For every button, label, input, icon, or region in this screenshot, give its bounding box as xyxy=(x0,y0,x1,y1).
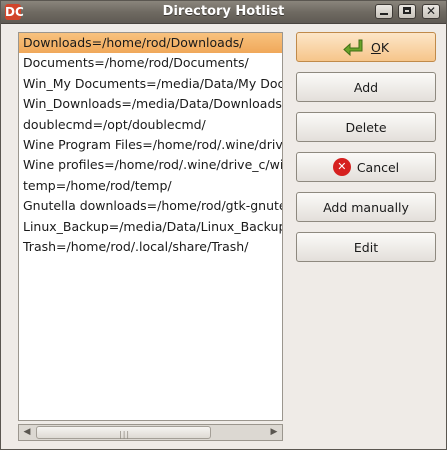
add-manually-button[interactable]: Add manually xyxy=(296,192,436,222)
hotlist-listbox[interactable]: Downloads=/home/rod/Downloads/ Documents… xyxy=(18,32,283,421)
cancel-label: Cancel xyxy=(356,159,400,175)
minimize-button[interactable] xyxy=(375,4,393,19)
hotlist-item[interactable]: Wine Program Files=/home/rod/.wine/drive… xyxy=(19,135,282,155)
scroll-left-arrow-icon[interactable]: ◀ xyxy=(19,425,35,440)
hotlist-item[interactable]: Documents=/home/rod/Documents/ xyxy=(19,53,282,73)
close-icon: ✕ xyxy=(426,4,437,18)
maximize-button[interactable] xyxy=(398,4,416,19)
cancel-x-icon: ✕ xyxy=(332,158,351,176)
hotlist-item[interactable]: doublecmd=/opt/doublecmd/ xyxy=(19,115,282,135)
add-label: Add xyxy=(353,79,379,95)
hotlist-item[interactable]: Win_My Documents=/media/Data/My Document… xyxy=(19,74,282,94)
add-button[interactable]: Add xyxy=(296,72,436,102)
delete-label: Delete xyxy=(345,119,387,135)
delete-button[interactable]: Delete xyxy=(296,112,436,142)
grip-icon: ||| xyxy=(119,430,131,439)
directory-hotlist-window: DC Directory Hotlist ✕ Downloads=/home/r… xyxy=(0,0,447,450)
hotlist-item[interactable]: Downloads=/home/rod/Downloads/ xyxy=(19,33,282,54)
maximize-icon xyxy=(403,7,411,14)
hotlist-item[interactable]: Wine profiles=/home/rod/.wine/drive_c/wi… xyxy=(19,155,282,175)
ok-label: OK xyxy=(370,39,390,55)
ok-arrow-icon xyxy=(343,39,363,56)
cancel-button[interactable]: ✕ Cancel xyxy=(296,152,436,182)
scroll-right-arrow-icon[interactable]: ▶ xyxy=(266,425,282,440)
hotlist-item[interactable]: temp=/home/rod/temp/ xyxy=(19,176,282,196)
horizontal-scrollbar[interactable]: ◀ ||| ▶ xyxy=(18,424,283,441)
scrollbar-thumb[interactable]: ||| xyxy=(36,426,211,439)
ok-button[interactable]: OK xyxy=(296,32,436,62)
edit-label: Edit xyxy=(353,239,379,255)
title-bar[interactable]: DC Directory Hotlist ✕ xyxy=(1,1,446,24)
hotlist-item[interactable]: Trash=/home/rod/.local/share/Trash/ xyxy=(19,237,282,257)
hotlist-item[interactable]: Linux_Backup=/media/Data/Linux_Backup/ xyxy=(19,217,282,237)
minimize-icon xyxy=(380,13,388,15)
close-button[interactable]: ✕ xyxy=(422,4,440,19)
hotlist-item[interactable]: Win_Downloads=/media/Data/Downloads/ xyxy=(19,94,282,114)
hotlist-item[interactable]: Gnutella downloads=/home/rod/gtk-gnutell… xyxy=(19,196,282,216)
edit-button[interactable]: Edit xyxy=(296,232,436,262)
add-manually-label: Add manually xyxy=(323,199,409,215)
